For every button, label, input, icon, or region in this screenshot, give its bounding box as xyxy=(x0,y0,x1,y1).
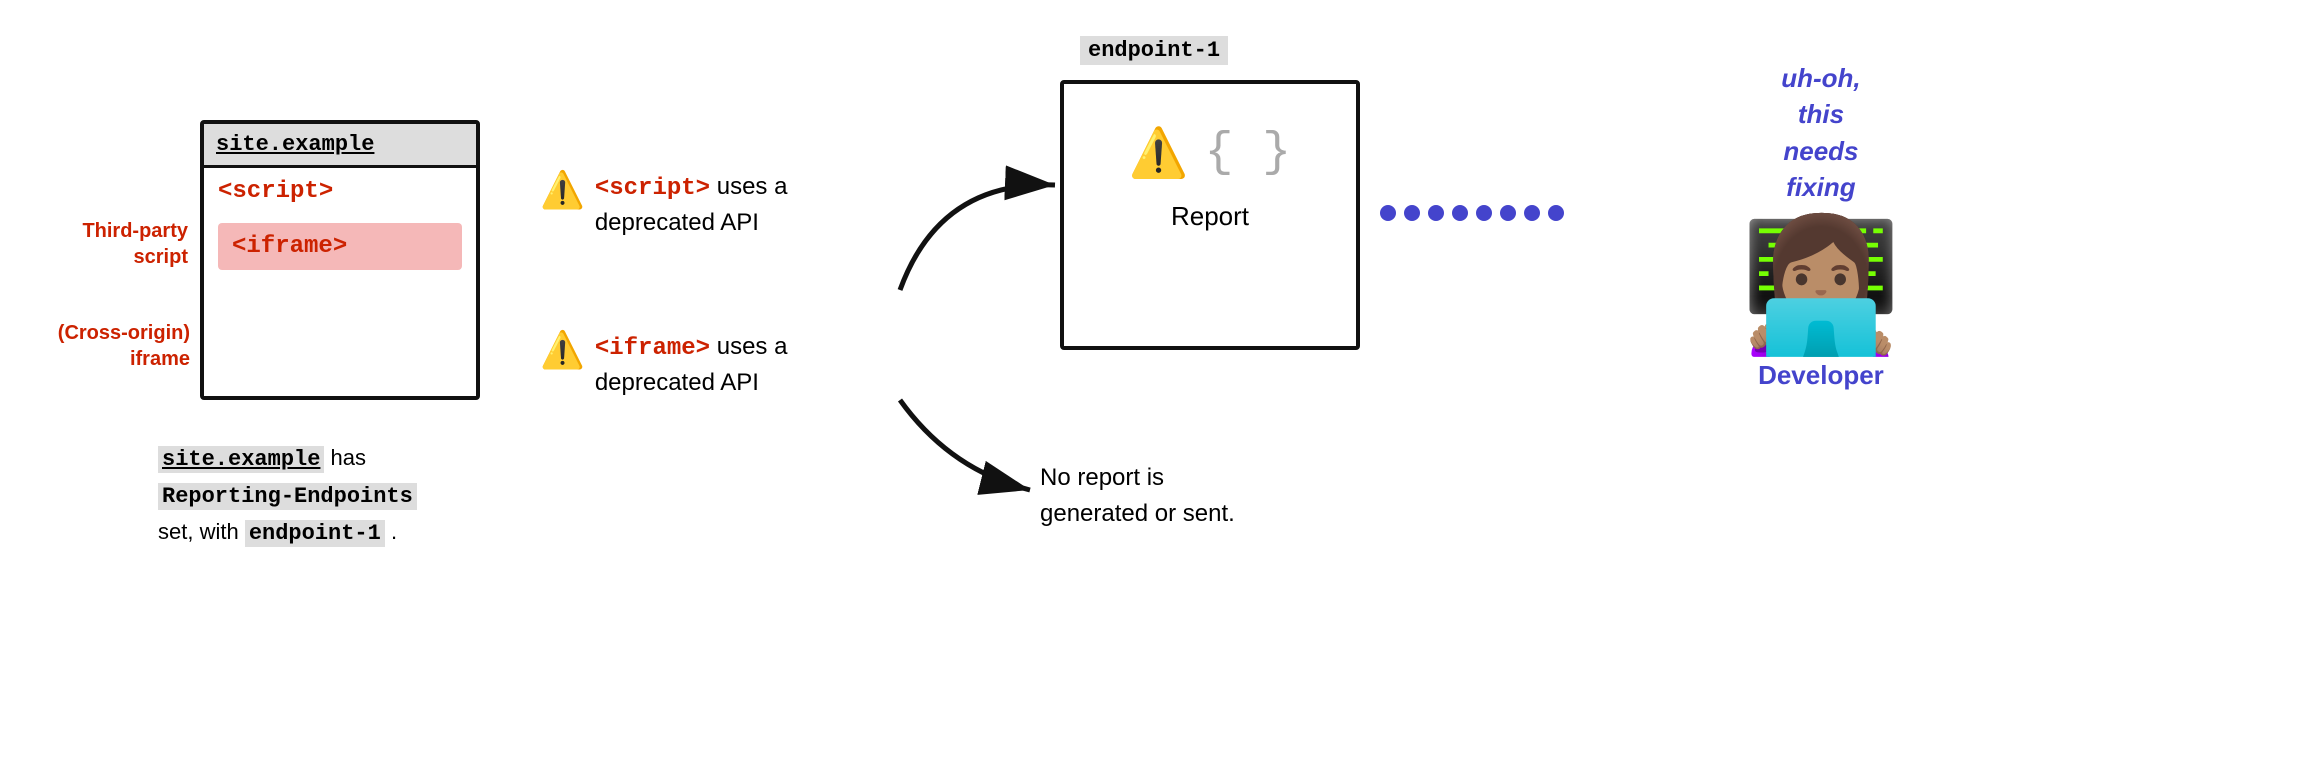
endpoint-report-label: Report xyxy=(1064,191,1356,232)
warning-iframe-tag: <iframe> xyxy=(595,335,710,362)
caption-has: has xyxy=(324,445,366,470)
dot-7 xyxy=(1524,205,1540,221)
warning-script-text: <script> uses adeprecated API xyxy=(595,170,788,239)
developer-speech: uh-oh,thisneedsfixing xyxy=(1740,60,1902,206)
caption-endpoint1: endpoint-1 xyxy=(245,520,385,547)
cross-origin-label: (Cross-origin)iframe xyxy=(30,320,190,372)
caption-reporting-endpoints: Reporting-Endpoints xyxy=(158,483,417,510)
developer-emoji: 👩🏽‍💻 xyxy=(1740,220,1902,350)
third-party-label: Third-partyscript xyxy=(48,218,188,270)
developer-section: uh-oh,thisneedsfixing 👩🏽‍💻 Developer xyxy=(1740,60,1902,391)
warning-iframe: ⚠️ <iframe> uses adeprecated API xyxy=(540,330,880,399)
warning-script-icon: ⚠️ xyxy=(540,172,585,208)
dot-4 xyxy=(1452,205,1468,221)
caption-period: . xyxy=(385,519,397,544)
endpoint-warning-icon: ⚠️ xyxy=(1129,124,1189,181)
site-box-iframe: <iframe> xyxy=(218,223,462,270)
caption-set-with: set, with xyxy=(158,519,245,544)
dot-6 xyxy=(1500,205,1516,221)
dot-3 xyxy=(1428,205,1444,221)
endpoint-icons: ⚠️ { } xyxy=(1064,84,1356,191)
diagram: site.example <script> <iframe> Third-par… xyxy=(0,0,2324,762)
warning-iframe-icon: ⚠️ xyxy=(540,332,585,368)
endpoint-box: ⚠️ { } Report xyxy=(1060,80,1360,350)
dot-1 xyxy=(1380,205,1396,221)
warning-script: ⚠️ <script> uses adeprecated API xyxy=(540,170,880,239)
site-example-box: site.example <script> <iframe> xyxy=(200,120,480,400)
endpoint-braces: { } xyxy=(1205,126,1291,180)
warning-script-tag: <script> xyxy=(595,175,710,202)
dots-line xyxy=(1380,205,1564,221)
dot-5 xyxy=(1476,205,1492,221)
site-box-title: site.example xyxy=(204,124,476,168)
caption-box: site.example has Reporting-Endpoints set… xyxy=(158,440,417,552)
developer-label: Developer xyxy=(1740,360,1902,391)
caption-site-example: site.example xyxy=(158,446,324,473)
endpoint-label: endpoint-1 xyxy=(1080,36,1228,65)
dot-8 xyxy=(1548,205,1564,221)
no-report-text: No report isgenerated or sent. xyxy=(1040,460,1235,532)
warning-iframe-text: <iframe> uses adeprecated API xyxy=(595,330,788,399)
dot-2 xyxy=(1404,205,1420,221)
site-box-script: <script> xyxy=(204,168,476,215)
